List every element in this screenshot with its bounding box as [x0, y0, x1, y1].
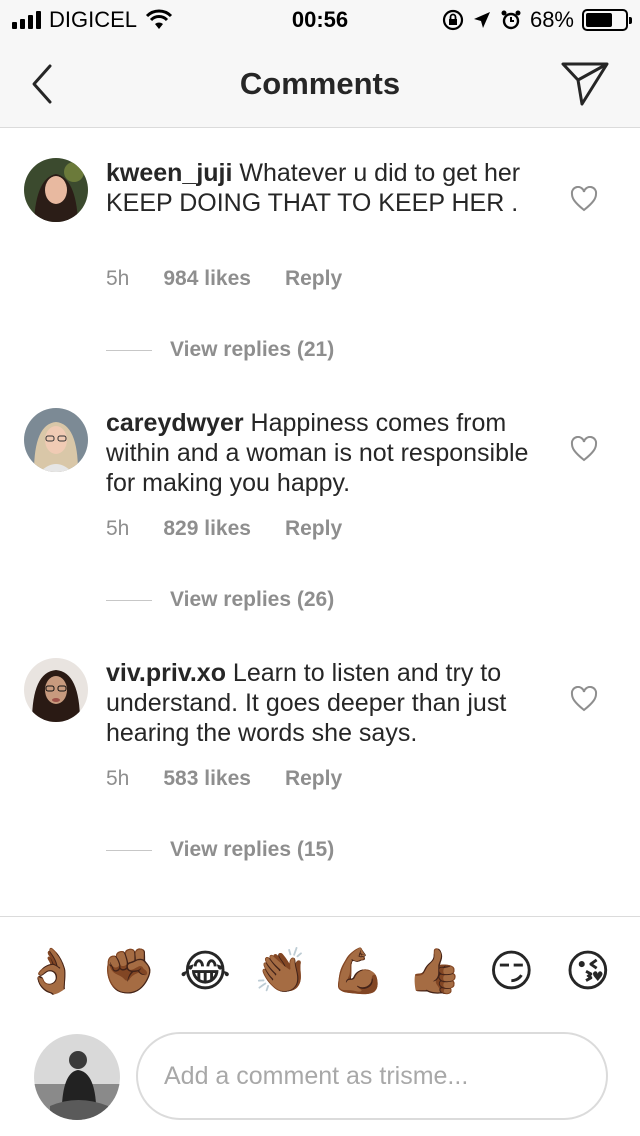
like-heart-icon[interactable]	[570, 436, 598, 462]
navigation-bar: Comments	[0, 40, 640, 128]
comment-username[interactable]: kween_juji	[106, 159, 232, 187]
comment-timestamp: 5h	[106, 517, 130, 540]
signal-icon	[12, 11, 41, 29]
comment-input[interactable]	[164, 1061, 606, 1091]
alarm-icon	[501, 10, 521, 30]
clapping-hands-emoji-icon[interactable]: 👏🏾	[252, 949, 312, 994]
paper-plane-icon[interactable]	[560, 60, 610, 106]
reply-button[interactable]: Reply	[285, 767, 342, 791]
likes-count[interactable]: 829 likes	[163, 517, 251, 541]
comment-meta: 5h 984 likes Reply	[106, 267, 342, 291]
view-replies-label: View replies (15)	[170, 838, 335, 861]
view-replies-button[interactable]: View replies (26)	[106, 588, 334, 612]
divider-line	[106, 599, 152, 601]
comment-username[interactable]: viv.priv.xo	[106, 659, 226, 687]
raised-fist-emoji-icon[interactable]: ✊🏾	[99, 949, 159, 994]
reply-button[interactable]: Reply	[285, 517, 342, 541]
page-title: Comments	[239, 65, 401, 101]
comments-list[interactable]: kween_juji Whatever u did to get her KEE…	[0, 128, 640, 916]
battery-icon	[582, 9, 632, 31]
likes-count[interactable]: 583 likes	[163, 767, 251, 791]
like-heart-icon[interactable]	[570, 686, 598, 712]
comment-composer	[0, 1026, 640, 1136]
view-replies-label: View replies (21)	[170, 338, 335, 361]
comment-meta: 5h 583 likes Reply	[106, 767, 342, 791]
avatar[interactable]	[24, 158, 88, 222]
likes-count[interactable]: 984 likes	[163, 267, 251, 291]
comment-timestamp: 5h	[106, 267, 130, 290]
comment-text: kween_juji Whatever u did to get her KEE…	[106, 158, 536, 218]
view-replies-label: View replies (26)	[170, 588, 335, 611]
carrier-label: DIGICEL	[49, 7, 138, 32]
comment-timestamp: 5h	[106, 767, 130, 790]
wifi-icon	[145, 9, 173, 29]
location-arrow-icon	[473, 12, 490, 28]
comment-text: careydwyer Happiness comes from within a…	[106, 408, 536, 498]
current-user-avatar[interactable]	[34, 1034, 120, 1120]
comment-input-container[interactable]	[136, 1032, 608, 1120]
comment-item-partial	[0, 908, 640, 916]
ok-hand-emoji-icon[interactable]: 👌🏾	[22, 949, 82, 994]
flexed-biceps-emoji-icon[interactable]: 💪🏾	[328, 949, 388, 994]
divider-line	[106, 849, 152, 851]
avatar[interactable]	[24, 658, 88, 722]
like-heart-icon[interactable]	[570, 186, 598, 212]
emoji-quick-bar: 👌🏾 ✊🏾 😂 👏🏾 💪🏾 👍🏾 😏 😘	[0, 916, 640, 1026]
smirking-face-emoji-icon[interactable]: 😏	[481, 949, 541, 994]
thumbs-up-emoji-icon[interactable]: 👍🏾	[405, 949, 465, 994]
battery-percent: 68%	[529, 7, 574, 32]
rotation-lock-icon	[442, 9, 464, 31]
tears-of-joy-emoji-icon[interactable]: 😂	[175, 949, 235, 994]
divider-line	[106, 349, 152, 351]
back-chevron-icon[interactable]	[24, 62, 64, 106]
view-replies-button[interactable]: View replies (15)	[106, 838, 334, 862]
avatar[interactable]	[24, 408, 88, 472]
status-bar: DIGICEL 00:56 68%	[0, 0, 640, 40]
view-replies-button[interactable]: View replies (21)	[106, 338, 334, 362]
comment-text: viv.priv.xo Learn to listen and try to u…	[106, 658, 536, 748]
comment-meta: 5h 829 likes Reply	[106, 517, 342, 541]
reply-button[interactable]: Reply	[285, 267, 342, 291]
comment-username[interactable]: careydwyer	[106, 409, 244, 437]
face-blowing-kiss-emoji-icon[interactable]: 😘	[558, 949, 618, 994]
